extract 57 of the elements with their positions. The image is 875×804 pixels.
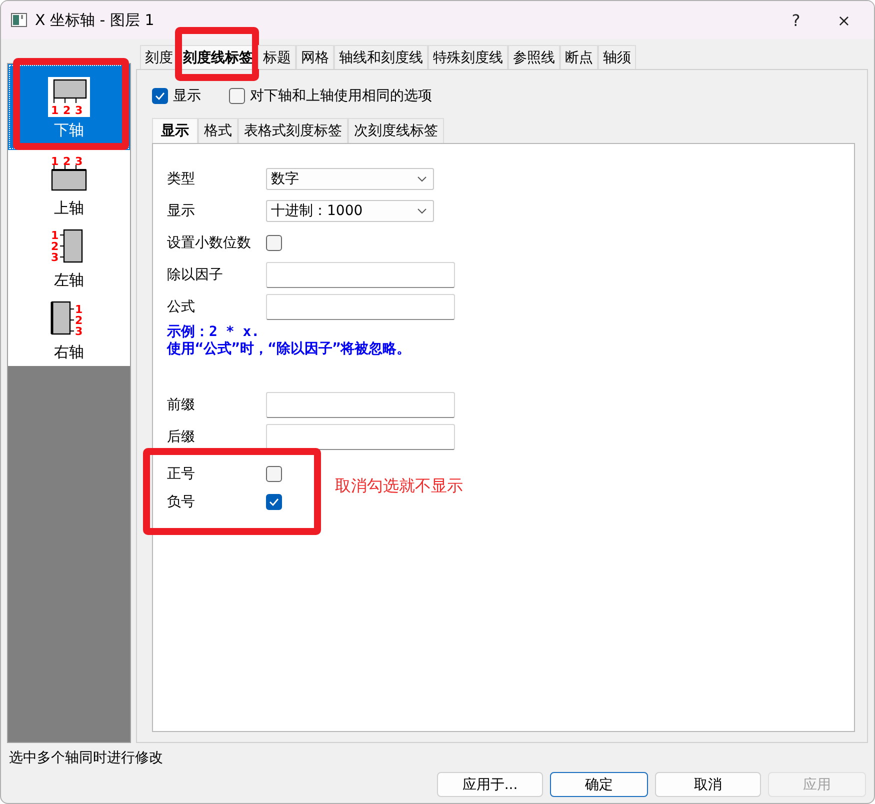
field-label: 负号: [167, 493, 196, 511]
checkbox[interactable]: [266, 494, 282, 510]
tab[interactable]: 断点: [560, 45, 598, 69]
checkbox[interactable]: [266, 235, 282, 251]
checkbox[interactable]: [266, 466, 282, 482]
axis-item[interactable]: 1 2 3 右轴: [8, 294, 130, 366]
tab[interactable]: 表格式刻度标签: [238, 118, 348, 143]
tab[interactable]: 网格: [296, 45, 334, 69]
tab[interactable]: 格式: [198, 118, 238, 143]
input-field[interactable]: [266, 294, 455, 320]
field-label: 设置小数位数: [167, 234, 252, 252]
input-field[interactable]: [266, 262, 455, 288]
check-icon: [155, 92, 165, 100]
tab[interactable]: 参照线: [508, 45, 560, 69]
field-label: 类型: [167, 170, 196, 188]
axis-label: 上轴: [54, 199, 84, 218]
axis-label: 左轴: [54, 271, 84, 290]
input-field[interactable]: [266, 424, 455, 450]
field-label: 前缀: [167, 396, 196, 414]
tab[interactable]: 次刻度线标签: [348, 118, 444, 143]
dialog-button[interactable]: 取消: [655, 772, 761, 797]
field-label: 后缀: [167, 428, 196, 446]
dropdown[interactable]: 数字: [266, 168, 434, 190]
tab[interactable]: 刻度: [140, 45, 178, 69]
tab[interactable]: 显示: [152, 118, 198, 143]
chevron-icon: [417, 208, 427, 214]
checkbox-label: 对下轴和上轴使用相同的选项: [250, 87, 432, 105]
hint-text: 使用“公式”时，“除以因子”将被忽略。: [167, 341, 412, 358]
hint-text: 示例：2 * x.: [167, 324, 261, 341]
chevron-icon: [417, 176, 427, 182]
field-label: 显示: [167, 202, 196, 220]
window-title: X 坐标轴 - 图层 1: [35, 10, 156, 30]
axis-icon: 1 2 3: [48, 77, 90, 117]
tab[interactable]: 标题: [258, 45, 296, 69]
checkbox[interactable]: [152, 88, 168, 104]
axis-label: 右轴: [54, 343, 84, 362]
input-field[interactable]: [266, 392, 455, 418]
axis-item[interactable]: 1 2 3 左轴: [8, 222, 130, 294]
checkbox[interactable]: [229, 88, 245, 104]
field-label: 正号: [167, 465, 196, 483]
checkbox-label: 显示: [173, 87, 201, 105]
close-button[interactable]: ×: [824, 10, 864, 30]
field-label: 除以因子: [167, 266, 224, 284]
axis-label: 下轴: [54, 121, 84, 140]
status-text: 选中多个轴同时进行修改: [9, 749, 164, 767]
check-icon: [269, 498, 279, 506]
field-label: 公式: [167, 298, 196, 316]
help-button[interactable]: ?: [776, 10, 816, 30]
window-icon: [11, 13, 27, 27]
dropdown[interactable]: 十进制：1000: [266, 200, 434, 222]
annotation-note: 取消勾选就不显示: [335, 476, 463, 496]
axis-item[interactable]: 1 2 3 上轴: [8, 150, 130, 222]
tab[interactable]: 轴须: [598, 45, 636, 69]
dialog-button[interactable]: 确定: [550, 772, 648, 797]
tab[interactable]: 特殊刻度线: [428, 45, 508, 69]
dialog-button[interactable]: 应用于...: [437, 772, 543, 797]
tab[interactable]: 轴线和刻度线: [334, 45, 428, 69]
